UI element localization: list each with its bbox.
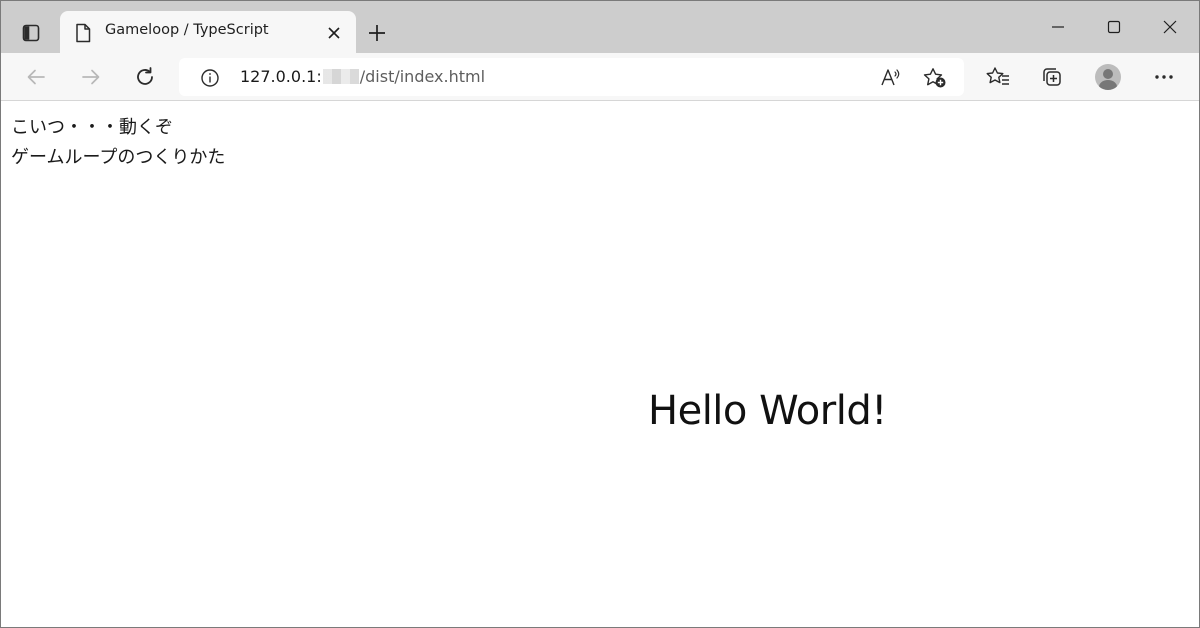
page-icon (74, 23, 92, 43)
url-host: 127.0.0.1: (240, 67, 322, 86)
page-viewport: こいつ・・・動くぞ ゲームループのつくりかた Hello World! (1, 102, 1199, 628)
info-icon[interactable] (199, 67, 221, 89)
url-text: 127.0.0.1: /dist/index.html (240, 67, 485, 86)
forward-arrow-icon[interactable] (75, 61, 107, 93)
close-icon[interactable] (324, 23, 344, 43)
url-redacted-port (323, 69, 359, 84)
reload-icon[interactable] (129, 61, 161, 93)
hello-world-text: Hello World! (648, 388, 887, 434)
profile-avatar-icon[interactable] (1092, 61, 1124, 93)
add-favorite-icon[interactable] (922, 66, 948, 90)
collections-icon[interactable] (1036, 61, 1068, 93)
browser-toolbar: 127.0.0.1: /dist/index.html (1, 53, 1199, 101)
page-text-line-1: こいつ・・・動くぞ (11, 113, 173, 139)
read-aloud-icon[interactable] (879, 66, 903, 90)
address-bar[interactable]: 127.0.0.1: /dist/index.html (179, 58, 964, 96)
tab-title: Gameloop / TypeScript (105, 22, 269, 38)
tab-actions-icon[interactable] (17, 19, 45, 47)
browser-window: Gameloop / TypeScript (0, 0, 1200, 628)
back-arrow-icon[interactable] (20, 61, 52, 93)
plus-icon[interactable] (363, 19, 391, 47)
more-icon[interactable] (1148, 61, 1180, 93)
url-path: /dist/index.html (360, 67, 485, 86)
tab-active[interactable]: Gameloop / TypeScript (60, 11, 356, 53)
minimize-icon[interactable] (1042, 11, 1074, 43)
maximize-icon[interactable] (1098, 11, 1130, 43)
favorites-icon[interactable] (982, 61, 1014, 93)
window-close-icon[interactable] (1154, 11, 1186, 43)
avatar (1095, 64, 1121, 90)
tab-strip: Gameloop / TypeScript (1, 1, 1199, 53)
page-text-line-2: ゲームループのつくりかた (11, 143, 225, 169)
